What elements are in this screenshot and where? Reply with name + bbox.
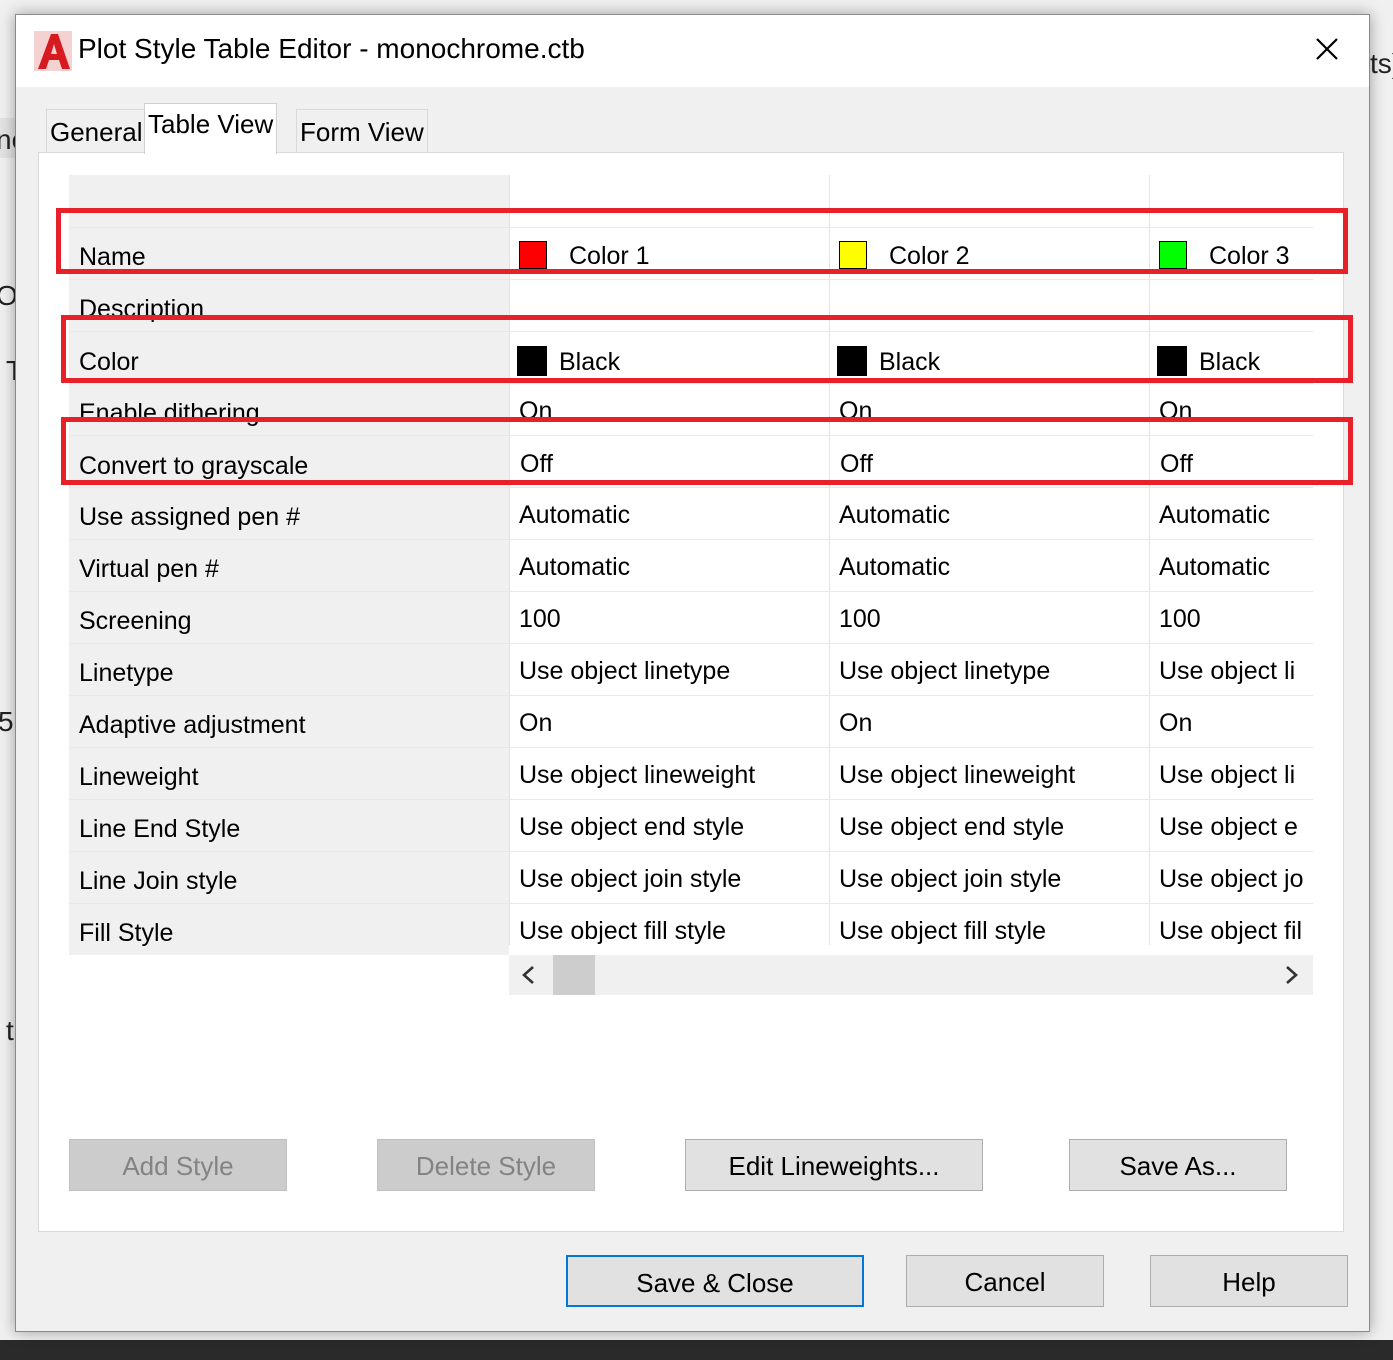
screening-cell[interactable]: 100 [519,605,819,634]
dithering-cell[interactable]: On [1159,397,1313,426]
line-end-cell[interactable]: Use object end style [839,813,1139,842]
horizontal-scrollbar[interactable] [509,955,1313,995]
row-label-description: Description [79,295,205,323]
virtual-pen-cell[interactable]: Automatic [1159,553,1313,582]
color-swatch [839,241,867,269]
assigned-pen-cell[interactable]: Automatic [519,501,819,530]
row-label-line-end: Line End Style [79,815,241,843]
window-title: Plot Style Table Editor - monochrome.ctb [78,33,585,64]
style-name: Color 2 [889,242,970,270]
line-end-cell[interactable]: Use object end style [519,813,819,842]
color-swatch [519,241,547,269]
color-cell[interactable]: Black [517,346,817,377]
row-label-name: Name [79,243,146,271]
style-name: Color 3 [1209,242,1290,270]
color-swatch [517,346,547,376]
color-cell[interactable]: Black [837,346,1137,377]
lineweight-cell[interactable]: Use object li [1159,761,1313,790]
tab-form-view[interactable]: Form View [296,109,428,152]
plot-style-table-editor-dialog: Plot Style Table Editor - monochrome.ctb… [15,14,1370,1332]
grayscale-cell[interactable]: Off [1160,450,1313,479]
cancel-button[interactable]: Cancel [906,1255,1104,1307]
screening-cell[interactable]: 100 [1159,605,1313,634]
line-join-cell[interactable]: Use object join style [519,865,819,894]
close-icon[interactable] [1313,35,1341,63]
row-label-dithering: Enable dithering [79,399,260,427]
virtual-pen-cell[interactable]: Automatic [519,553,819,582]
color-swatch [1157,346,1187,376]
fill-cell[interactable]: Use object fill style [839,917,1139,946]
add-style-button[interactable]: Add Style [69,1139,287,1191]
grayscale-cell[interactable]: Off [520,450,820,479]
tab-general[interactable]: General [46,109,147,152]
color-cell[interactable]: Black [1157,346,1313,377]
save-close-button[interactable]: Save & Close [566,1255,864,1307]
color-value: Black [879,348,941,376]
dithering-cell[interactable]: On [839,397,1139,426]
lineweight-cell[interactable]: Use object lineweight [519,761,819,790]
assigned-pen-cell[interactable]: Automatic [839,501,1139,530]
assigned-pen-cell[interactable]: Automatic [1159,501,1313,530]
chevron-left-icon[interactable] [517,963,541,987]
virtual-pen-cell[interactable]: Automatic [839,553,1139,582]
line-join-cell[interactable]: Use object jo [1159,865,1313,894]
style-name-cell[interactable]: Color 2 [839,241,1139,271]
line-end-cell[interactable]: Use object e [1159,813,1313,842]
table-view-panel: Name Color 1 Color 2 Color 3 Description… [38,152,1353,1232]
row-label-fill: Fill Style [79,919,174,947]
adaptive-cell[interactable]: On [1159,709,1313,738]
adaptive-cell[interactable]: On [839,709,1139,738]
row-label-grayscale: Convert to grayscale [79,452,309,480]
grayscale-cell[interactable]: Off [840,450,1140,479]
color-value: Black [1199,348,1261,376]
line-join-cell[interactable]: Use object join style [839,865,1139,894]
linetype-cell[interactable]: Use object linetype [839,657,1139,686]
help-button[interactable]: Help [1150,1255,1348,1307]
fill-cell[interactable]: Use object fill style [519,917,819,946]
tab-table-view[interactable]: Table View [144,103,278,154]
row-label-color: Color [79,348,139,376]
row-label-lineweight: Lineweight [79,763,199,791]
screening-cell[interactable]: 100 [839,605,1139,634]
edit-lineweights-button[interactable]: Edit Lineweights... [685,1139,983,1191]
row-label-assigned-pen: Use assigned pen # [79,503,300,531]
background-text: ts) [1370,48,1393,79]
color-swatch [1159,241,1187,269]
color-swatch [837,346,867,376]
autocad-icon [34,31,72,71]
dithering-cell[interactable]: On [519,397,819,426]
background-taskbar [0,1340,1393,1360]
save-as-button[interactable]: Save As... [1069,1139,1287,1191]
fill-cell[interactable]: Use object fil [1159,917,1313,946]
background-text: t [6,1015,14,1046]
style-name-cell[interactable]: Color 1 [519,241,819,271]
title-bar: Plot Style Table Editor - monochrome.ctb [16,15,1369,87]
plot-style-grid: Name Color 1 Color 2 Color 3 Description… [69,175,1313,955]
scrollbar-thumb[interactable] [553,955,595,995]
style-name: Color 1 [569,242,650,270]
delete-style-button[interactable]: Delete Style [377,1139,595,1191]
lineweight-cell[interactable]: Use object lineweight [839,761,1139,790]
row-label-screening: Screening [79,607,192,635]
row-label-line-join: Line Join style [79,867,238,895]
linetype-cell[interactable]: Use object linetype [519,657,819,686]
row-label-virtual-pen: Virtual pen # [79,555,219,583]
style-name-cell[interactable]: Color 3 [1159,241,1313,271]
adaptive-cell[interactable]: On [519,709,819,738]
color-value: Black [559,348,621,376]
row-label-linetype: Linetype [79,659,174,687]
row-label-adaptive: Adaptive adjustment [79,711,306,739]
chevron-right-icon[interactable] [1279,963,1303,987]
linetype-cell[interactable]: Use object li [1159,657,1313,686]
